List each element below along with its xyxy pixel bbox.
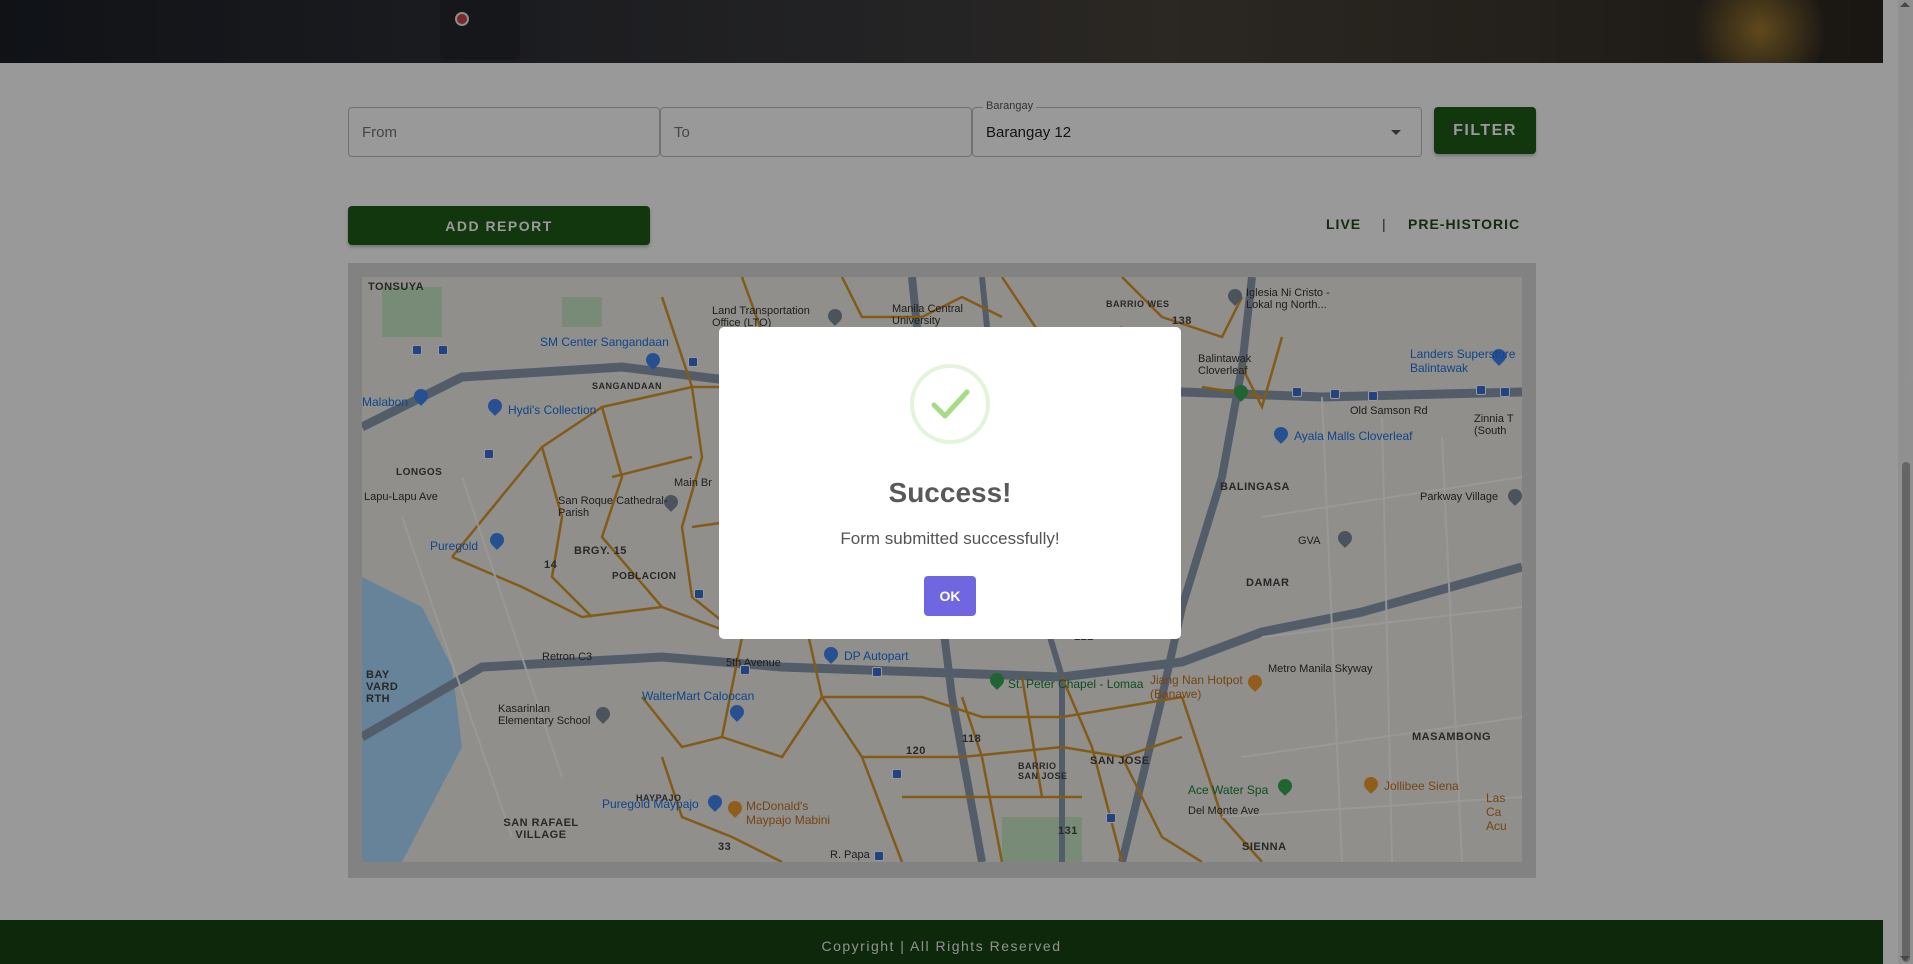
dialog-title: Success!: [888, 477, 1012, 508]
success-check-icon: [910, 364, 990, 444]
dialog-message: Form submitted successfully!: [840, 529, 1060, 548]
ok-button[interactable]: OK: [924, 576, 976, 616]
success-dialog: Success! Form submitted successfully! OK: [719, 327, 1181, 639]
